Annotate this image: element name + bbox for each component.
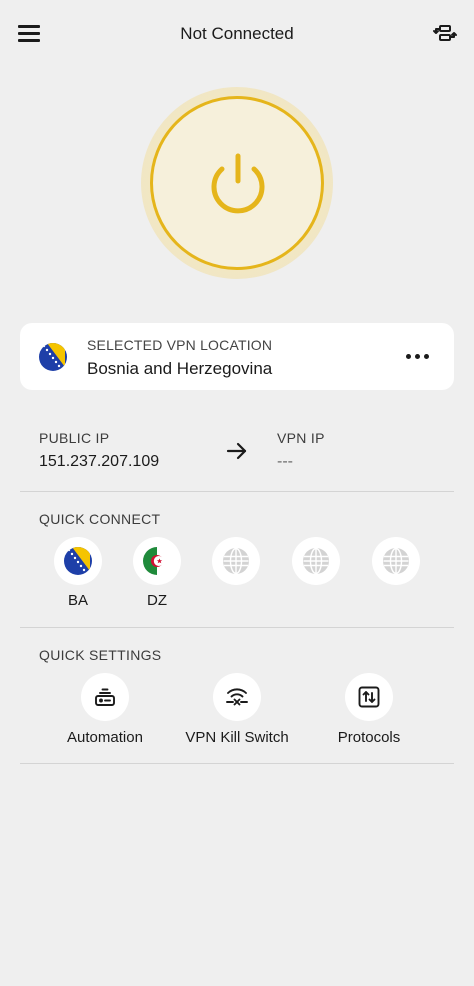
public-ip-value: 151.237.207.109 (39, 453, 160, 470)
protocols-setting[interactable]: Protocols (319, 673, 419, 746)
automation-setting[interactable]: Automation (55, 673, 155, 746)
power-connect-button[interactable] (150, 96, 324, 270)
arrow-right-icon (226, 442, 247, 460)
quick-connect-item-dz[interactable]: DZ (127, 537, 187, 609)
top-bar: Not Connected (0, 0, 474, 68)
quick-connect-item-empty-3[interactable] (366, 537, 426, 585)
vpn-ip-block: VPN IP --- (277, 430, 325, 471)
vpn-ip-label: VPN IP (277, 430, 325, 446)
globe-icon (223, 547, 249, 575)
automation-label: Automation (67, 729, 143, 746)
quick-connect-item-ba[interactable]: BA (48, 537, 108, 609)
protocols-icon (358, 686, 380, 708)
divider (20, 627, 454, 628)
power-icon (211, 153, 265, 214)
public-ip-block: PUBLIC IP 151.237.207.109 (39, 430, 159, 471)
kill-switch-label: VPN Kill Switch (185, 729, 289, 746)
automation-router-icon (95, 688, 115, 706)
app-screen: Not Connected SELECTED VPN LOCATION Bosn… (0, 0, 474, 986)
globe-icon (383, 547, 409, 575)
algeria-flag-icon (143, 547, 171, 575)
kill-switch-setting[interactable]: VPN Kill Switch (177, 673, 297, 746)
connection-status-title: Not Connected (180, 24, 294, 43)
divider (20, 763, 454, 764)
public-ip-label: PUBLIC IP (39, 430, 110, 446)
selected-location-name: Bosnia and Herzegovina (87, 359, 273, 378)
vpn-ip-value: --- (277, 453, 293, 470)
quick-settings-title: QUICK SETTINGS (39, 647, 162, 663)
quick-connect-code: BA (67, 592, 88, 609)
kill-switch-wifi-icon (226, 688, 248, 706)
quick-connect-item-empty-1[interactable] (206, 537, 266, 585)
quick-connect-code: DZ (147, 592, 167, 609)
more-horizontal-icon[interactable] (406, 347, 434, 365)
bosnia-flag-icon (64, 547, 92, 575)
bosnia-flag-icon (39, 343, 67, 371)
selected-location-card[interactable]: SELECTED VPN LOCATION Bosnia and Herzego… (20, 323, 454, 390)
globe-icon (303, 547, 329, 575)
protocols-label: Protocols (337, 729, 401, 746)
selected-location-label: SELECTED VPN LOCATION (87, 337, 273, 353)
quick-connect-title: QUICK CONNECT (39, 511, 161, 527)
server-switch-icon[interactable] (432, 20, 458, 46)
divider (20, 491, 454, 492)
quick-connect-item-empty-2[interactable] (286, 537, 346, 585)
